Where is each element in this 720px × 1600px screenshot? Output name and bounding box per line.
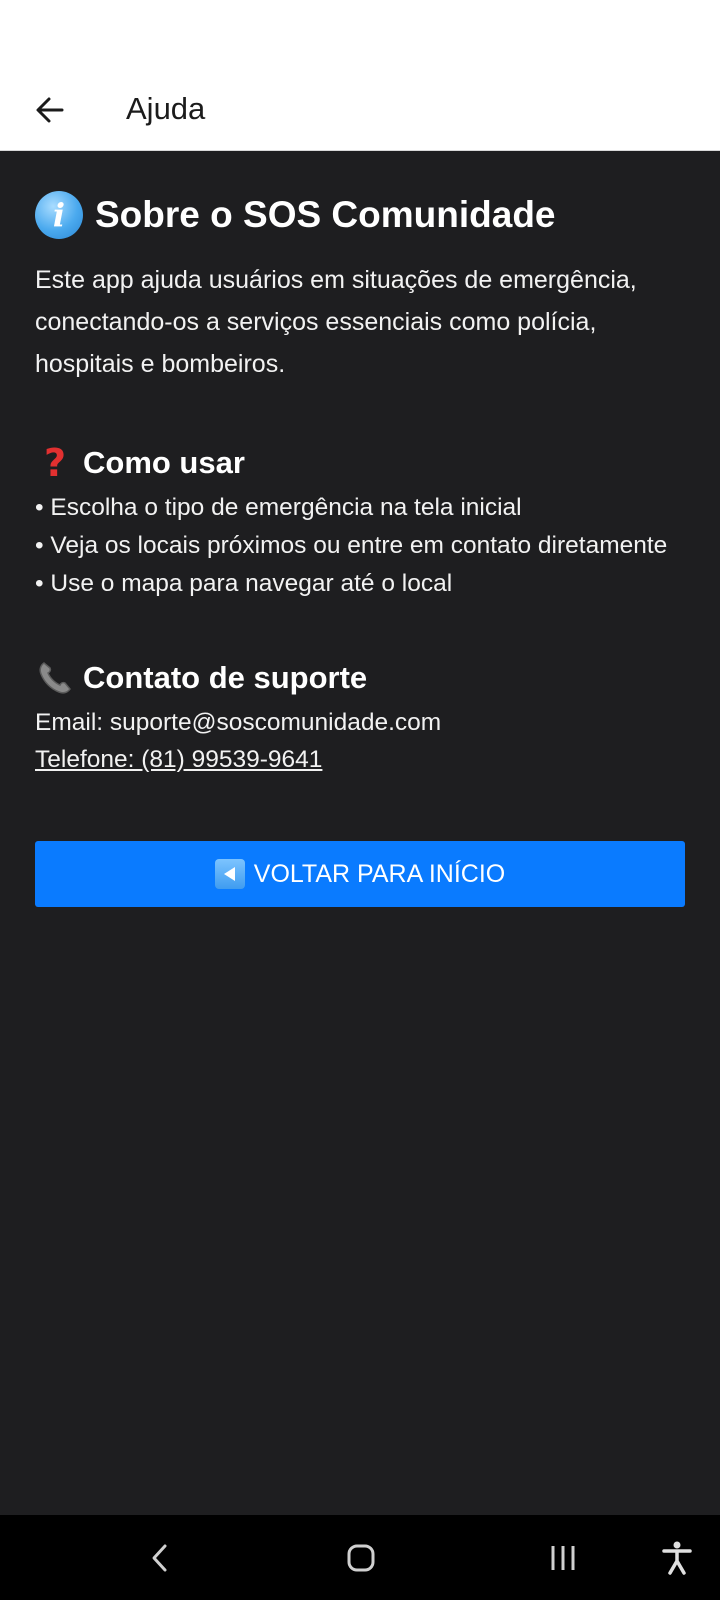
support-contact: Email: suporte@soscomunidade.com Telefon… [35, 707, 441, 775]
system-back-button[interactable] [133, 1531, 187, 1585]
support-phone-link[interactable]: Telefone: (81) 99539-9641 [35, 744, 322, 775]
question-mark-icon: ? [43, 441, 67, 485]
list-item: • Veja os locais próximos ou entre em co… [35, 532, 668, 559]
about-title: Sobre o SOS Comunidade [95, 194, 556, 235]
home-icon [347, 1544, 375, 1572]
arrow-left-icon [36, 97, 64, 123]
telephone-icon [35, 659, 75, 697]
status-bar [0, 0, 720, 70]
accessibility-button[interactable] [650, 1531, 704, 1585]
system-navigation-bar [0, 1515, 720, 1600]
back-icon [152, 1544, 167, 1572]
about-description: Este app ajuda usuários em situações de … [35, 266, 637, 378]
system-home-button[interactable] [334, 1531, 388, 1585]
support-title: Contato de suporte [83, 660, 368, 695]
how-to-list: • Escolha o tipo de emergência na tela i… [35, 492, 685, 606]
support-email: Email: suporte@soscomunidade.com [35, 709, 442, 736]
back-to-home-button[interactable]: VOLTAR PARA INÍCIO [35, 841, 685, 907]
system-recents-button[interactable] [536, 1531, 590, 1585]
help-content: i Sobre o SOS Comunidade Este app ajuda … [0, 151, 720, 1515]
support-heading: Contato de suporte [35, 656, 367, 700]
back-to-home-label: VOLTAR PARA INÍCIO [253, 859, 506, 888]
list-item: • Use o mapa para navegar até o local [35, 570, 453, 597]
accessibility-icon [662, 1541, 692, 1575]
about-heading: i Sobre o SOS Comunidade [35, 189, 556, 241]
app-bar: Ajuda [0, 70, 720, 151]
how-to-heading: ? Como usar [35, 441, 245, 485]
how-to-title: Como usar [83, 445, 245, 480]
reverse-button-icon [214, 859, 245, 889]
recents-icon [551, 1546, 575, 1570]
page-title: Ajuda [126, 91, 206, 126]
info-icon: i [35, 191, 83, 239]
back-button[interactable] [22, 82, 78, 138]
list-item: • Escolha o tipo de emergência na tela i… [35, 494, 522, 521]
